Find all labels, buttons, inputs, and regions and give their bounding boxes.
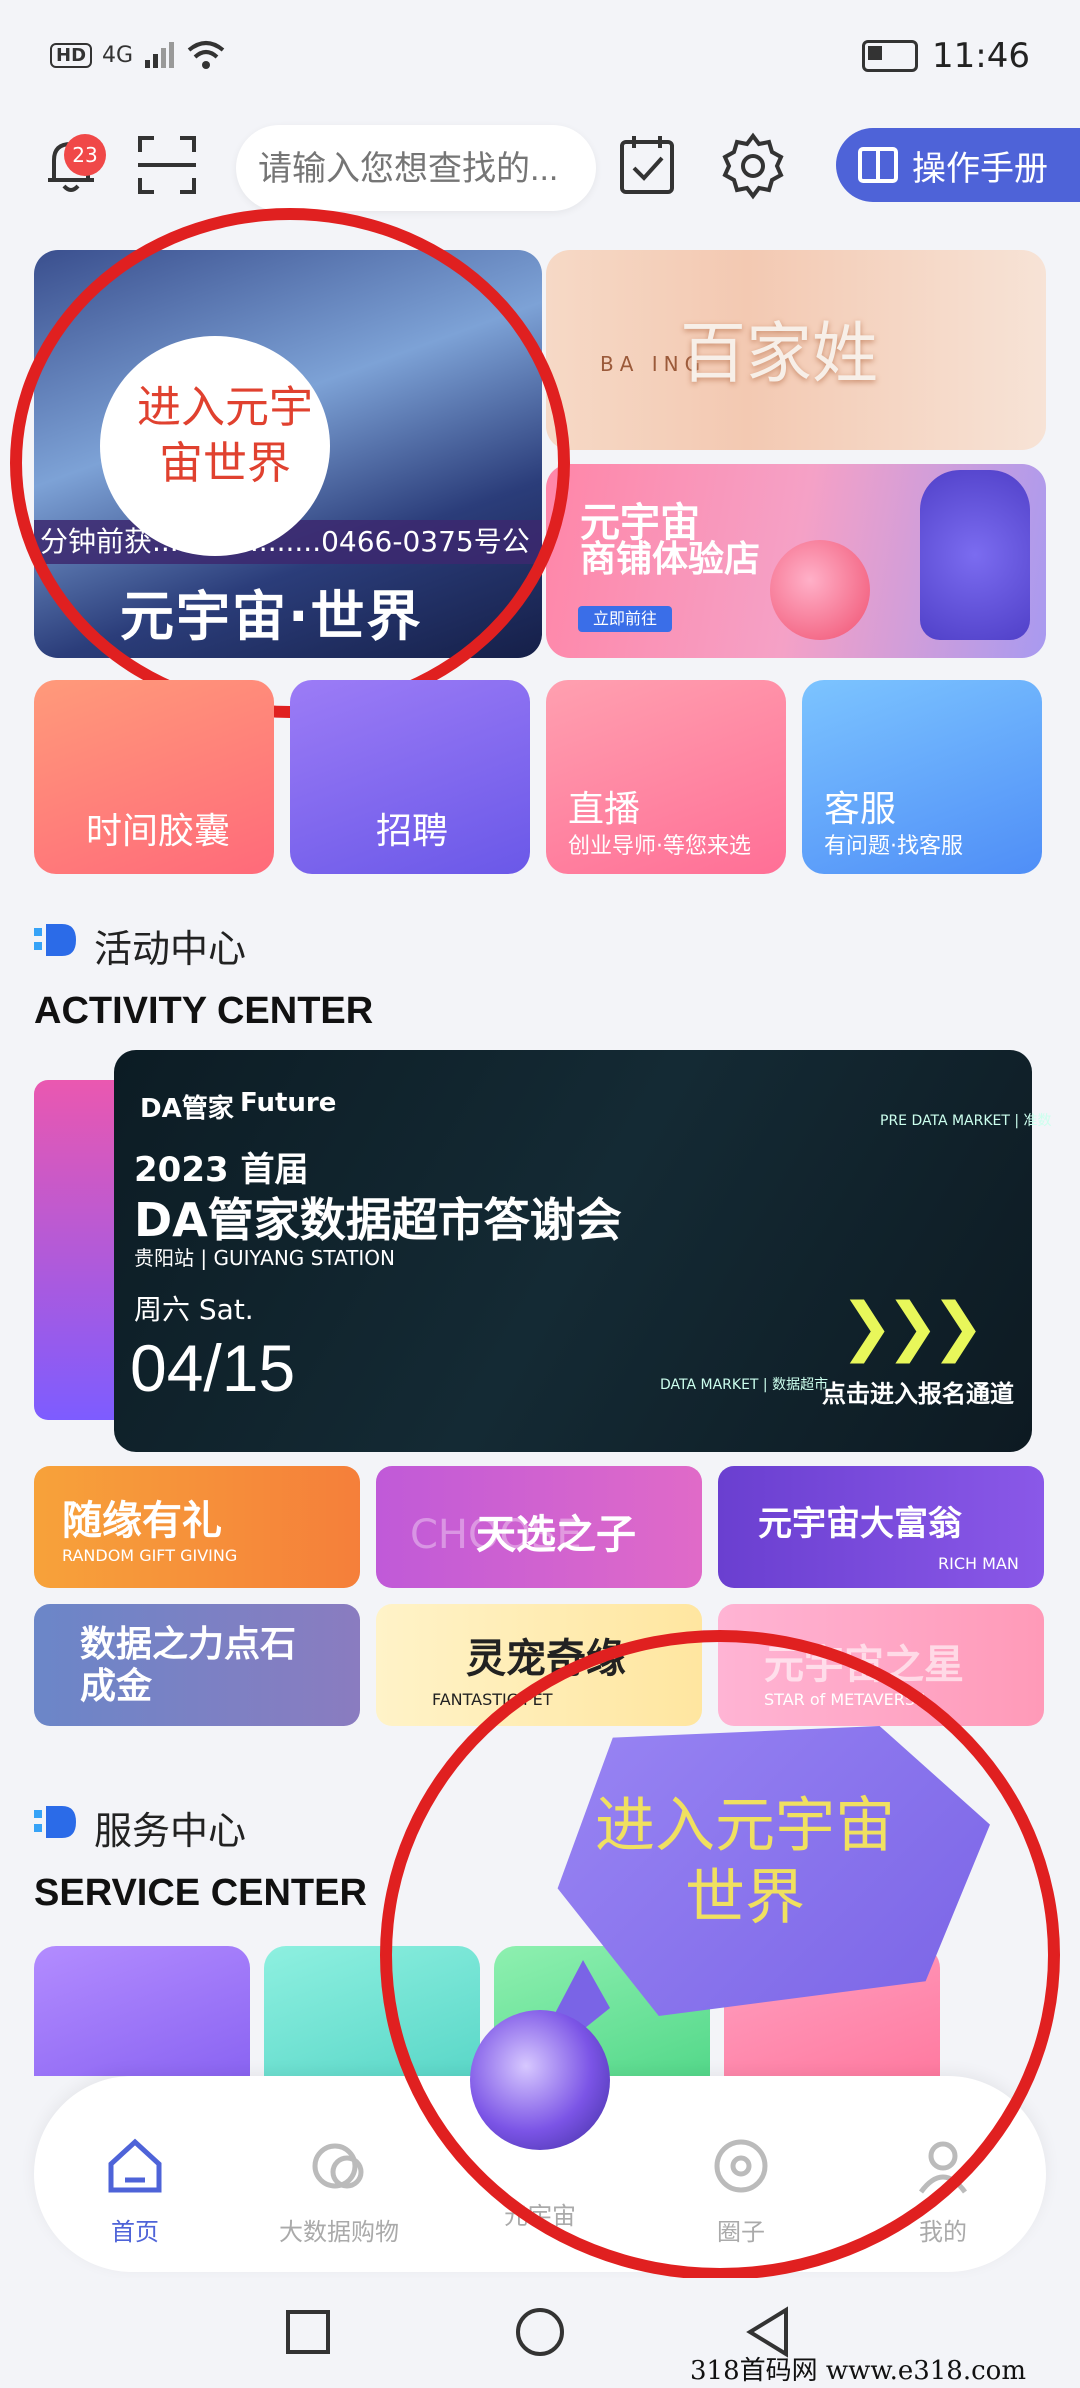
live-tile[interactable]: 直播 创业导师·等您来选 [546, 680, 786, 874]
chosen-one-tile[interactable]: CHOOSE 天选之子 [376, 1466, 702, 1588]
random-gift-tile[interactable]: 随缘有礼 RANDOM GIFT GIVING [34, 1466, 360, 1588]
nav-home[interactable]: 首页 [60, 2134, 210, 2247]
banner-brand: DA管家 [140, 1094, 234, 1124]
baijiaxing-title: 百家姓 [680, 315, 878, 392]
annotation-circle-top [10, 208, 570, 718]
banner-station: 贵阳站 | GUIYANG STATION [134, 1246, 395, 1270]
home-button-icon[interactable] [516, 2308, 564, 2356]
search-input[interactable] [256, 125, 580, 213]
banner-bottom-label: DATA MARKET | 数据超市 [660, 1377, 829, 1393]
manual-button[interactable]: 操作手册 [836, 128, 1080, 202]
banner-top-label: PRE DATA MARKET | 准数 [880, 1113, 1052, 1129]
rich-man-sub: RICH MAN [938, 1554, 1019, 1573]
vr-character-image [920, 470, 1030, 640]
wifi-icon [187, 41, 225, 69]
banner-cta[interactable]: 点击进入报名通道 [822, 1374, 1014, 1409]
hd-indicator: HD [50, 42, 93, 68]
chosen-one-label: 天选之子 [476, 1512, 636, 1558]
data-power-label: 数据之力点石成金 [80, 1624, 297, 1707]
home-icon [108, 2138, 162, 2193]
live-sub: 创业导师·等您来选 [568, 834, 751, 859]
rich-man-label: 元宇宙大富翁 [758, 1504, 962, 1544]
chevrons-icon: ❯❯❯ [840, 1290, 985, 1364]
status-left: HD 4G [50, 40, 225, 70]
banner-date: 04/15 [130, 1331, 296, 1405]
service-tile-1[interactable] [34, 1946, 250, 2076]
book-icon [858, 147, 898, 183]
recruit-label: 招聘 [376, 811, 449, 852]
service-title-en: SERVICE CENTER [34, 1872, 367, 1914]
settings-gear-icon[interactable] [718, 130, 788, 200]
shop-go-button[interactable]: 立即前往 [578, 606, 672, 632]
scan-icon[interactable] [132, 130, 202, 200]
planet-image [770, 540, 870, 640]
nav-shopping-label: 大数据购物 [279, 2218, 399, 2246]
section-logo-icon [34, 924, 76, 956]
activity-title-zh: 活动中心 [94, 927, 247, 971]
shopping-swirl-icon [312, 2143, 364, 2189]
cellular-signal-icon [145, 42, 175, 68]
customer-service-tile[interactable]: 客服 有问题·找客服 [802, 680, 1042, 874]
banner-partner: Future [240, 1088, 337, 1118]
time-capsule-tile[interactable]: 时间胶囊 [34, 680, 274, 874]
customer-service-sub: 有问题·找客服 [824, 834, 963, 859]
banner-prev-peek[interactable] [34, 1080, 114, 1420]
banner-title: DA管家数据超市答谢会 [134, 1193, 622, 1247]
activity-title-en: ACTIVITY CENTER [34, 990, 374, 1032]
recent-apps-icon[interactable] [286, 2310, 330, 2354]
nav-home-label: 首页 [111, 2218, 159, 2246]
clock: 11:46 [932, 36, 1030, 76]
section-logo-icon [34, 1806, 76, 1838]
watermark-text: 318首码网 www.e318.com [690, 2356, 1026, 2386]
calendar-check-icon[interactable] [612, 130, 682, 200]
annotation-circle-bottom [380, 1630, 1060, 2280]
live-label: 直播 [568, 789, 641, 830]
status-right: 11:46 [862, 36, 1030, 76]
recruit-tile[interactable]: 招聘 [290, 680, 530, 874]
customer-service-label: 客服 [824, 789, 897, 830]
manual-label: 操作手册 [912, 148, 1048, 189]
random-gift-label: 随缘有礼 [62, 1498, 222, 1544]
nav-shopping[interactable]: 大数据购物 [264, 2134, 414, 2247]
signal-icon: 4G [102, 42, 134, 68]
shop-subtitle: 商铺体验店 [580, 539, 761, 580]
battery-icon [862, 40, 919, 72]
notification-badge: 23 [64, 134, 106, 176]
banner-day: 周六 Sat. [134, 1293, 254, 1326]
search-box[interactable] [236, 125, 596, 213]
service-title-zh: 服务中心 [94, 1809, 247, 1853]
rich-man-tile[interactable]: 元宇宙大富翁 RICH MAN [718, 1466, 1044, 1588]
data-power-tile[interactable]: 数据之力点石成金 [34, 1604, 360, 1726]
time-capsule-label: 时间胶囊 [86, 811, 231, 852]
random-gift-sub: RANDOM GIFT GIVING [62, 1546, 238, 1565]
